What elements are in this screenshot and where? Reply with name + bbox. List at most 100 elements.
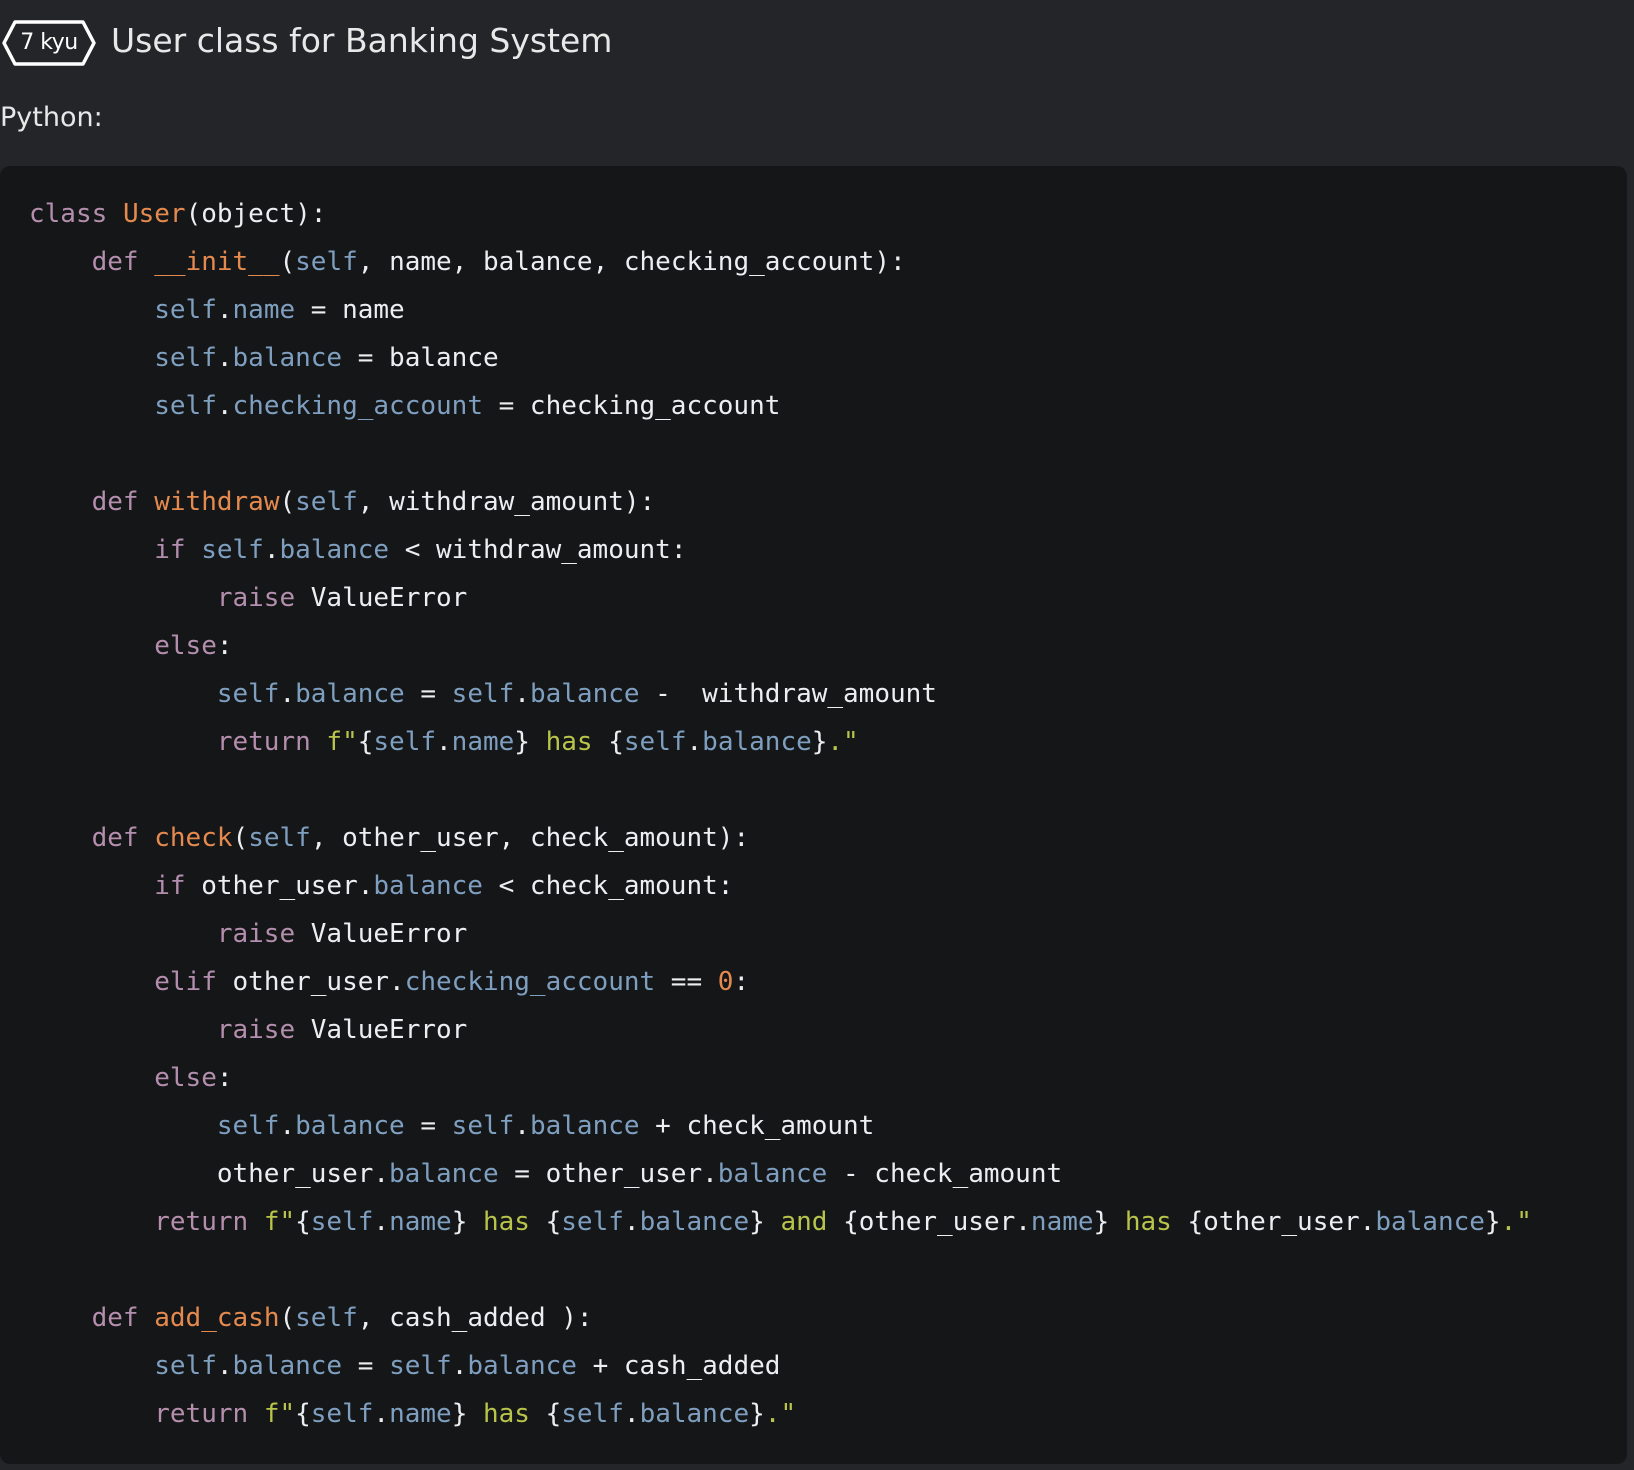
- code-attribute: balance: [702, 727, 812, 757]
- code-line: other_user.balance = other_user.balance …: [29, 1150, 1532, 1198]
- code-self: self: [561, 1207, 624, 1237]
- code-text: , name, balance, checking_account):: [357, 247, 906, 277]
- code-function-name: withdraw: [154, 487, 280, 517]
- code-text: {other_user.: [1187, 1207, 1376, 1237]
- code-attribute: balance: [529, 1111, 640, 1141]
- code-string: has: [467, 1399, 546, 1429]
- code-line: return f"{self.name} has {self.balance}.…: [29, 1390, 1532, 1438]
- code-text: (object):: [185, 199, 327, 229]
- code-text: (: [279, 247, 296, 277]
- code-attribute: balance: [467, 1351, 577, 1381]
- code-text: other_user.: [216, 967, 405, 997]
- code-attribute: balance: [717, 1159, 828, 1189]
- code-line: raise ValueError: [29, 910, 1532, 958]
- code-text: = balance: [342, 343, 499, 373]
- code-string: has: [1109, 1207, 1188, 1237]
- code-line: def add_cash(self, cash_added ):: [29, 1294, 1532, 1342]
- code-keyword: def: [91, 487, 139, 517]
- code-keyword: class: [29, 199, 108, 229]
- code-line: if self.balance < withdraw_amount:: [29, 526, 1532, 574]
- language-label: Python:: [0, 102, 103, 133]
- code-attribute: balance: [295, 679, 405, 709]
- kata-title[interactable]: User class for Banking System: [111, 18, 612, 64]
- code-attribute: balance: [279, 535, 390, 565]
- code-string: f": [326, 727, 358, 757]
- code-text: }: [451, 1207, 468, 1237]
- code-text: .: [279, 1111, 296, 1141]
- code-line: raise ValueError: [29, 574, 1532, 622]
- code-keyword: raise: [216, 1015, 296, 1045]
- code-string: .": [764, 1399, 797, 1429]
- code-keyword: return: [216, 727, 311, 757]
- code-keyword: return: [154, 1207, 249, 1237]
- code-attribute: balance: [1375, 1207, 1485, 1237]
- code-text: other_user.: [29, 1159, 390, 1189]
- code-self: self: [389, 1351, 452, 1381]
- code-line: self.name = name: [29, 286, 1532, 334]
- code-self: self: [623, 727, 687, 757]
- code-keyword: def: [91, 823, 139, 853]
- code-text: .: [514, 679, 530, 709]
- code-line: self.balance = self.balance + check_amou…: [29, 1102, 1532, 1150]
- code-self: self: [216, 1111, 280, 1141]
- code-text: .: [279, 679, 296, 709]
- code-keyword: return: [154, 1399, 249, 1429]
- code-line: def __init__(self, name, balance, checki…: [29, 238, 1532, 286]
- code-text: .: [216, 343, 233, 373]
- code-keyword: def: [91, 247, 139, 277]
- code-string: .": [827, 727, 859, 757]
- code-text: :: [733, 967, 750, 997]
- code-text: < withdraw_amount:: [389, 535, 687, 565]
- code-function-name: __init__: [154, 247, 280, 277]
- code-attribute: checking_account: [232, 391, 483, 421]
- code-text: .: [216, 1351, 233, 1381]
- code-attribute: balance: [295, 1111, 405, 1141]
- code-string: f": [263, 1399, 296, 1429]
- code-text: ValueError: [295, 1015, 468, 1045]
- code-text: other_user.: [185, 871, 374, 901]
- code-text: .: [686, 727, 703, 757]
- code-block: class User(object): def __init__(self, n…: [0, 166, 1627, 1464]
- code-keyword: else: [154, 631, 217, 661]
- code-self: self: [561, 1399, 624, 1429]
- code-attribute: balance: [232, 343, 343, 373]
- code-attribute: balance: [639, 1399, 750, 1429]
- code-text: ValueError: [295, 583, 468, 613]
- code-text: .: [436, 727, 452, 757]
- code-text: .: [623, 1399, 640, 1429]
- code-text: - withdraw_amount: [639, 679, 937, 709]
- code-keyword: raise: [216, 583, 296, 613]
- code-text: }: [514, 727, 530, 757]
- code-attribute: checking_account: [404, 967, 656, 997]
- code-attribute: balance: [639, 1207, 750, 1237]
- code-text: (: [232, 823, 249, 853]
- code-text: }: [1484, 1207, 1501, 1237]
- code-self: self: [154, 391, 217, 421]
- code-text: .: [263, 535, 280, 565]
- code-text: :: [216, 631, 233, 661]
- code-text: + check_amount: [639, 1111, 875, 1141]
- code-line: def check(self, other_user, check_amount…: [29, 814, 1532, 862]
- code-text: .: [451, 1351, 468, 1381]
- code-self: self: [154, 295, 217, 325]
